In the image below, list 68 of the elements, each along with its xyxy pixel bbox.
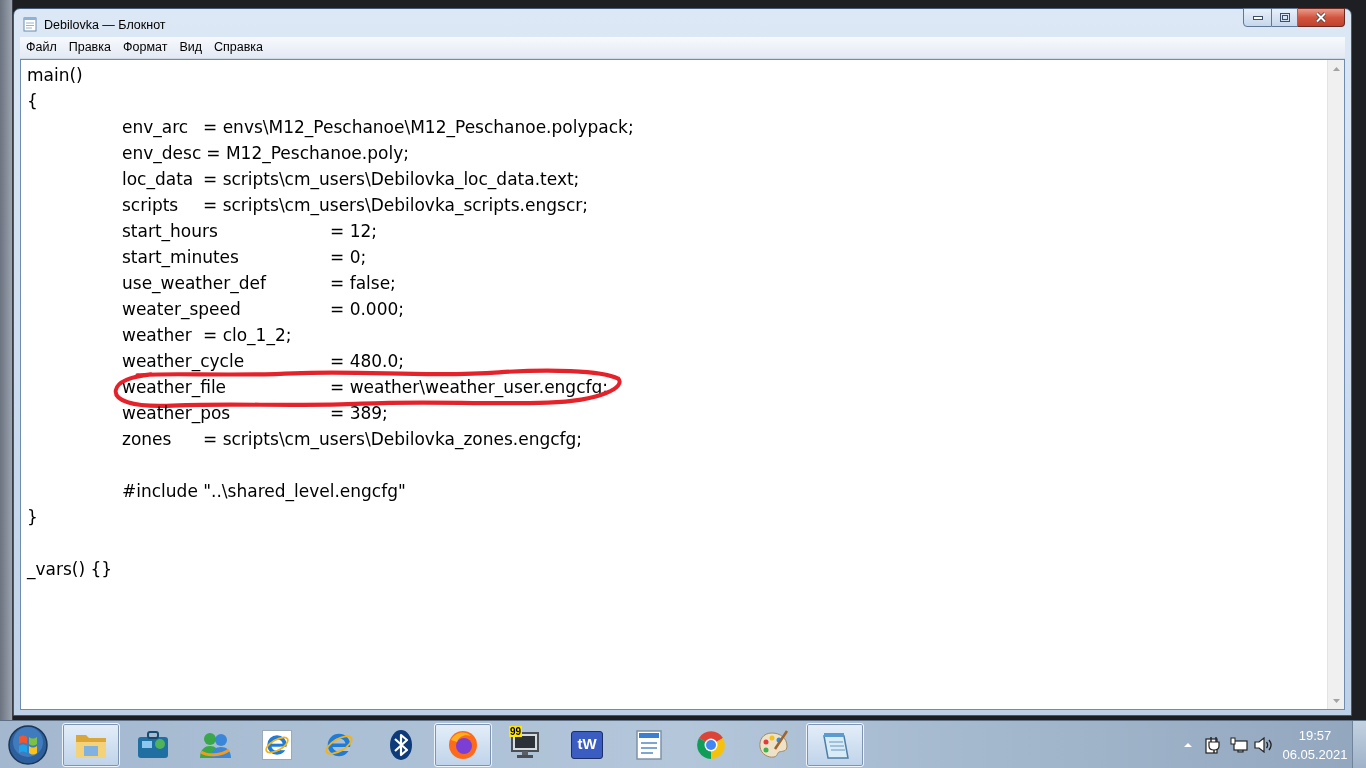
document-icon [636,729,662,760]
minimize-icon [1252,15,1263,20]
setting-value: = weather\weather_user.engcfg; [330,376,608,400]
app-tile: tW [571,730,603,759]
segmented-circle-icon [696,729,726,760]
taskbar-button[interactable]: tW [558,722,616,767]
code-line: } [27,506,38,530]
setting-name: scripts [122,194,180,218]
code-line: main() [27,64,83,88]
setting-value: = 389; [330,402,388,426]
toolbox-icon [137,730,169,759]
monitor-icon [509,729,541,760]
counter-badge: 99 [509,725,523,737]
menu-item[interactable]: Файл [20,37,63,58]
code-line: { [27,90,38,114]
setting-value: = scripts\cm_users\Debilovka_scripts.engscr; [203,194,588,218]
bluetooth-icon [389,728,413,761]
taskbar-button[interactable] [434,722,492,767]
setting-name: weather [122,324,193,348]
speaker-icon [1254,736,1272,753]
code-line: #include "..\shared_level.engcfg" [122,480,406,504]
globe-swirl-icon [448,729,478,760]
clock-time: 19:57 [1298,726,1332,745]
setting-name: use_weather_def [122,272,268,296]
down-arrow-icon [1332,698,1340,703]
setting-name: weather_pos [122,402,232,426]
setting-value: = scripts\cm_users\Debilovka_zones.engcfg; [203,428,583,452]
taskbar-button[interactable]: 99 [496,722,554,767]
up-arrow-icon [1332,66,1340,71]
setting-name: weather_file [122,376,228,400]
setting-name: weather_cycle [122,350,246,374]
clock-date: 06.05.2021 [1282,745,1348,764]
maximize-button[interactable] [1272,8,1298,27]
setting-name: loc_data [122,168,195,192]
people-icon [199,730,231,759]
setting-value: = clo_1_2; [203,324,292,348]
palette-icon [757,729,789,760]
setting-value: = M12_Peschanoe.poly; [206,142,409,166]
notepad-icon [22,16,38,32]
up-triangle-icon [1184,742,1192,747]
maximize-icon [1279,13,1290,22]
setting-value: = envs\M12_Peschanoe\M12_Peschanoe.polypack; [203,116,634,140]
setting-name: env_arc [122,116,190,140]
network-icon [1230,736,1248,753]
setting-value: = 480.0; [330,350,405,374]
close-icon [1315,12,1327,23]
flag-orb-icon [8,724,48,765]
setting-name: start_minutes [122,246,240,270]
setting-value: = 0.000; [330,298,405,322]
menu-item[interactable]: Правка [62,37,117,58]
setting-value: = scripts\cm_users\Debilovka_loc_data.text; [203,168,580,192]
menu-item[interactable]: Формат [116,37,174,58]
window-title: Debilovka — Блокнот [44,17,166,34]
setting-name: weater_speed [122,298,242,322]
browser-tile-icon [262,729,292,760]
setting-value: = 0; [330,246,367,270]
setting-value: = false; [330,272,396,296]
close-button[interactable] [1298,8,1345,27]
menu-item[interactable]: Вид [173,37,208,58]
minimize-button[interactable] [1243,8,1272,27]
setting-value: = 12; [330,220,377,244]
code-line: _vars() {} [27,558,113,582]
setting-name: env_desc [122,142,203,166]
setting-name: start_hours [122,220,219,244]
plug-icon [1205,735,1221,754]
menu-item[interactable]: Справка [208,37,270,58]
show-desktop-button[interactable] [1352,720,1366,768]
setting-name: zones [122,428,173,452]
